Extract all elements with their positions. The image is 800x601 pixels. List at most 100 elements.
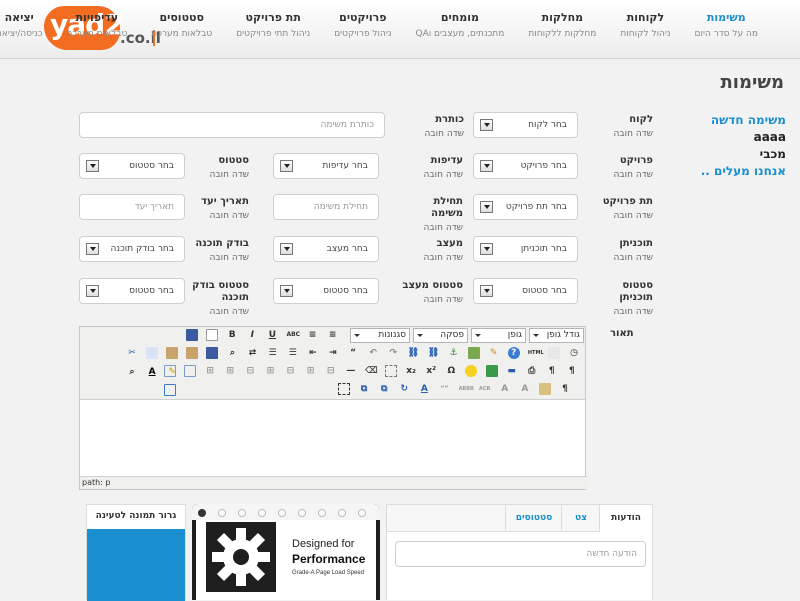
- priority-select[interactable]: בחר עדיפות: [273, 153, 379, 179]
- side-link-task[interactable]: אנחנו מעלים ..: [701, 163, 786, 180]
- programmer-select[interactable]: בחר תוכניתן: [473, 236, 578, 262]
- slider-dot[interactable]: [298, 509, 306, 517]
- paste-icon[interactable]: [166, 347, 179, 359]
- table-icon[interactable]: [164, 365, 176, 377]
- rtl-icon[interactable]: ¶: [566, 365, 578, 377]
- bullet-list-icon[interactable]: ☰: [267, 347, 279, 359]
- image-icon[interactable]: [467, 347, 480, 359]
- numbered-list-icon[interactable]: ☰: [287, 347, 299, 359]
- slider-dot[interactable]: [238, 509, 246, 517]
- dropdown-arrow-icon[interactable]: [86, 243, 99, 255]
- nav-item-departments[interactable]: מחלקות מחלקות ללקוחות: [516, 11, 608, 39]
- delete-col-icon[interactable]: ⊟: [285, 365, 297, 377]
- insert-layer-icon[interactable]: [338, 383, 350, 395]
- absolute-position-icon[interactable]: ↻: [398, 383, 410, 395]
- underline-icon[interactable]: U: [266, 329, 278, 341]
- hr-advanced-icon[interactable]: ▬: [506, 365, 518, 377]
- nav-item-subprojects[interactable]: תת פרויקט ניהול תתי פרויקטים: [224, 11, 322, 39]
- slider-dot[interactable]: [338, 509, 346, 517]
- slider-dot[interactable]: [198, 509, 206, 517]
- help-icon[interactable]: ?: [507, 347, 520, 359]
- slider-dot[interactable]: [358, 509, 366, 517]
- format-select[interactable]: פסקה: [413, 328, 468, 343]
- side-link-new-task[interactable]: משימה חדשה: [701, 112, 786, 129]
- outdent-icon[interactable]: ⇤: [307, 347, 319, 359]
- indent-icon[interactable]: ⇥: [327, 347, 339, 359]
- programmer-status-select[interactable]: בחר סטטוס: [473, 278, 578, 304]
- cut-icon[interactable]: ✂: [126, 347, 138, 359]
- copy-icon[interactable]: [146, 347, 159, 359]
- subproject-select[interactable]: בחר תת פרויקט: [473, 194, 578, 220]
- styles-select[interactable]: סגנונות: [350, 328, 410, 343]
- tester-status-select[interactable]: בחר סטטוס: [79, 278, 185, 304]
- tab-chat[interactable]: צט: [561, 505, 600, 531]
- superscript-icon[interactable]: x²: [425, 365, 437, 377]
- dropdown-arrow-icon[interactable]: [280, 160, 293, 172]
- move-forward-icon[interactable]: ⧉: [358, 383, 370, 395]
- anchor-icon[interactable]: ⚓: [448, 347, 460, 359]
- slider-dot[interactable]: [218, 509, 226, 517]
- italic-icon[interactable]: I: [246, 329, 258, 341]
- nav-item-tasks[interactable]: משימות מה על סדר היום: [683, 11, 770, 39]
- insert-time-icon[interactable]: ◷: [568, 347, 580, 359]
- cleanup-icon[interactable]: ✎: [488, 347, 500, 359]
- nav-item-statuses[interactable]: סטטוסים טבלאות מערכת: [139, 11, 224, 39]
- align-center-icon[interactable]: ≡: [327, 329, 339, 341]
- tab-messages[interactable]: הודעות: [599, 505, 652, 532]
- font-size-select[interactable]: גודל גופן: [529, 328, 584, 343]
- nav-item-priorities[interactable]: עדיפויות טבלאות מערכת: [54, 11, 139, 39]
- visual-aid-icon[interactable]: [385, 365, 398, 377]
- tester-select[interactable]: בחר בודק תוכנה: [79, 236, 185, 262]
- preview-icon[interactable]: ⌕: [126, 366, 138, 378]
- style-props-icon[interactable]: A: [418, 383, 430, 395]
- unlink-icon[interactable]: ⛓: [427, 347, 439, 359]
- bold-icon[interactable]: B: [226, 329, 238, 341]
- acronym-icon[interactable]: ACR: [479, 383, 491, 395]
- upload-dropzone[interactable]: [87, 529, 185, 601]
- due-date-input[interactable]: תאריך יעד: [79, 194, 185, 220]
- print-icon[interactable]: ⎙: [526, 365, 538, 377]
- media-icon[interactable]: [485, 365, 498, 377]
- nav-item-projects[interactable]: פרויקטים ניהול פרויקטים: [322, 11, 403, 39]
- new-message-input[interactable]: הודעה חדשה: [395, 541, 646, 567]
- split-cells-icon[interactable]: ⊞: [305, 365, 317, 377]
- editor-content-area[interactable]: [80, 400, 585, 477]
- remove-format-icon[interactable]: ⌫: [365, 365, 378, 377]
- row-props-icon[interactable]: [184, 365, 197, 377]
- dropdown-arrow-icon[interactable]: [480, 119, 493, 131]
- html-icon[interactable]: HTML: [528, 347, 544, 359]
- undo-icon[interactable]: ↶: [367, 347, 379, 359]
- slider-dot[interactable]: [318, 509, 326, 517]
- side-link-task[interactable]: מכבי: [701, 146, 786, 163]
- move-backward-icon[interactable]: ⧉: [378, 383, 390, 395]
- hr-icon[interactable]: —: [345, 365, 357, 377]
- nav-item-experts[interactable]: מומחים מתכנתים, מעצבים וQA: [403, 11, 516, 39]
- dropdown-arrow-icon[interactable]: [86, 285, 99, 297]
- nonbreaking-icon[interactable]: ¶: [559, 383, 571, 395]
- save-icon[interactable]: [186, 329, 198, 341]
- dropdown-arrow-icon[interactable]: [480, 285, 493, 297]
- align-left-icon[interactable]: ≡: [307, 329, 319, 341]
- replace-icon[interactable]: ⇄: [247, 347, 259, 359]
- dropdown-arrow-icon[interactable]: [480, 243, 493, 255]
- nav-item-clients[interactable]: לקוחות ניהול לקוחות: [608, 11, 682, 39]
- fullscreen-icon[interactable]: [164, 384, 176, 396]
- project-select[interactable]: בחר פרויקט: [473, 153, 578, 179]
- attribs-icon[interactable]: [538, 383, 551, 395]
- status-select[interactable]: בחר סטטוס: [79, 153, 185, 179]
- insert-col-icon[interactable]: ⊞: [264, 365, 276, 377]
- font-select[interactable]: גופן: [471, 328, 526, 343]
- ltr-icon[interactable]: ¶: [546, 365, 558, 377]
- ins-icon[interactable]: A: [519, 383, 531, 395]
- dropdown-arrow-icon[interactable]: [480, 201, 493, 213]
- slider-dot[interactable]: [278, 509, 286, 517]
- subscript-icon[interactable]: x₂: [405, 365, 417, 377]
- designer-status-select[interactable]: בחר סטטוס: [273, 278, 379, 304]
- del-icon[interactable]: A: [499, 383, 511, 395]
- dropdown-arrow-icon[interactable]: [280, 285, 293, 297]
- link-icon[interactable]: ⛓: [407, 347, 419, 359]
- side-link-task[interactable]: aaaa: [701, 129, 786, 146]
- tab-statuses[interactable]: סטטוסים: [505, 505, 562, 531]
- redo-icon[interactable]: ↷: [387, 347, 399, 359]
- paste-word-icon[interactable]: [206, 347, 219, 359]
